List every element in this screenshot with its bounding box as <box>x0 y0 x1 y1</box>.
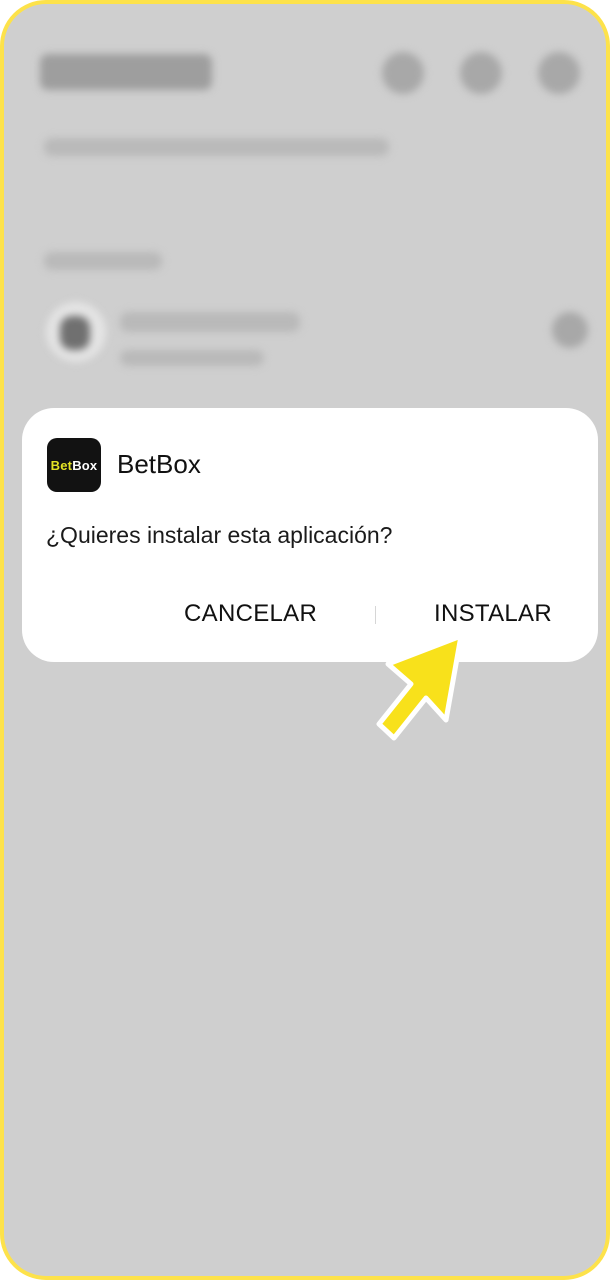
hand-pointer-arrow-icon <box>376 633 464 741</box>
button-divider <box>375 606 376 624</box>
bg-section-label <box>44 252 162 270</box>
betbox-app-icon: Bet Box <box>47 438 101 492</box>
app-icon-text-box: Box <box>72 457 98 473</box>
cancel-button[interactable]: CANCELAR <box>184 594 317 634</box>
bg-file-icon-glyph <box>60 316 90 350</box>
bg-more-icon <box>538 52 580 94</box>
bg-item-menu-icon <box>552 312 588 348</box>
bg-settings-icon <box>382 52 424 94</box>
bg-search-icon <box>460 52 502 94</box>
app-icon-text-bet: Bet <box>50 457 73 473</box>
install-question: ¿Quieres instalar esta aplicación? <box>46 522 393 548</box>
bg-file-name <box>120 312 300 332</box>
bg-subtitle <box>44 138 389 156</box>
bg-file-details <box>120 350 264 366</box>
phone-frame: Bet Box BetBox ¿Quieres instalar esta apl… <box>0 0 610 1280</box>
app-name: BetBox <box>117 449 201 479</box>
bg-page-title <box>40 54 212 90</box>
install-dialog: Bet Box BetBox ¿Quieres instalar esta apl… <box>22 408 598 662</box>
